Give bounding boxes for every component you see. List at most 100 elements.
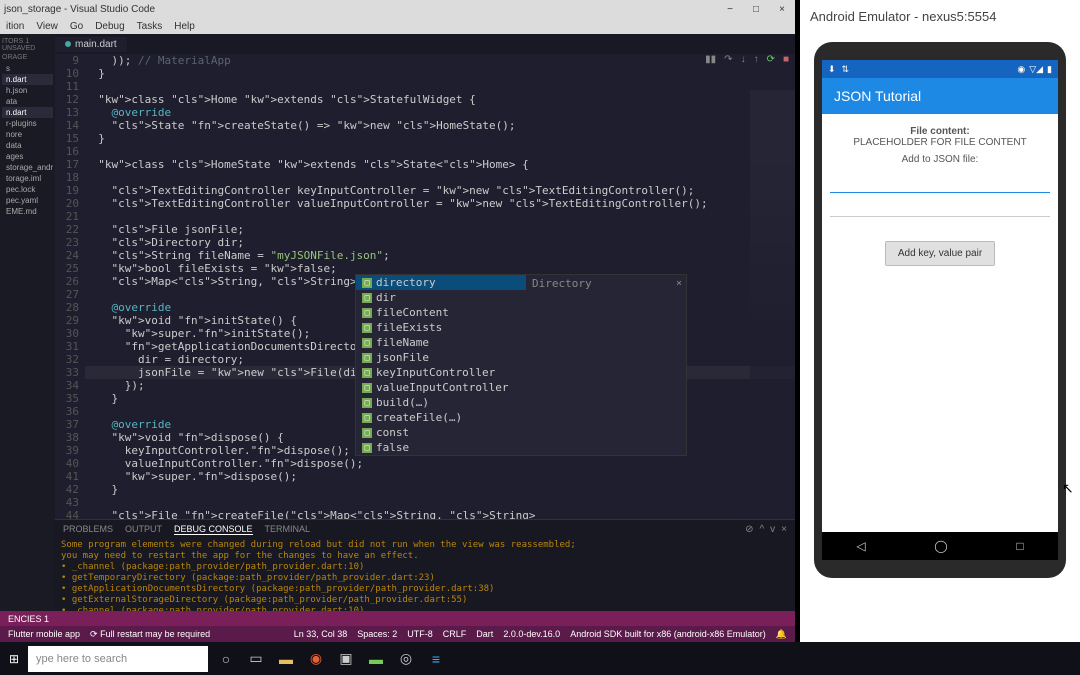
- chat-icon: ◉: [1017, 64, 1025, 75]
- status-bar: Flutter mobile app ⟳ Full restart may be…: [0, 626, 795, 642]
- close-button[interactable]: ×: [773, 4, 791, 15]
- app-label[interactable]: Flutter mobile app: [8, 629, 80, 639]
- autocomplete-item[interactable]: □dir: [356, 290, 526, 305]
- clear-icon[interactable]: ⊘: [745, 524, 753, 535]
- status-item[interactable]: 2.0.0-dev.16.0: [503, 629, 560, 640]
- sidebar-file[interactable]: pec.lock: [2, 184, 53, 195]
- usb-icon: ⇅: [842, 64, 850, 75]
- app-icon[interactable]: ▬: [362, 645, 390, 673]
- sidebar-file[interactable]: s: [2, 63, 53, 74]
- panel-tabs: PROBLEMSOUTPUTDEBUG CONSOLETERMINAL ⊘ ^ …: [55, 520, 795, 538]
- minimap[interactable]: [750, 90, 795, 390]
- status-item[interactable]: CRLF: [443, 629, 467, 640]
- phone-frame: ⬇ ⇅ ◉ ▽◢ ▮ JSON Tutorial File content: P…: [814, 42, 1066, 578]
- autocomplete-list[interactable]: □directory□dir□fileContent□fileExists□fi…: [356, 275, 526, 455]
- autocomplete-item[interactable]: □createFile(…): [356, 410, 526, 425]
- sidebar-file[interactable]: ages: [2, 151, 53, 162]
- panel-tab-terminal[interactable]: TERMINAL: [265, 524, 311, 534]
- menu-help[interactable]: Help: [174, 21, 195, 32]
- close-panel-icon[interactable]: ×: [781, 524, 787, 535]
- file-content-label: File content:: [826, 126, 1054, 137]
- down-icon[interactable]: v: [770, 524, 775, 535]
- panel-tab-debug-console[interactable]: DEBUG CONSOLE: [174, 524, 253, 535]
- sidebar-file[interactable]: pec.yaml: [2, 195, 53, 206]
- menu-debug[interactable]: Debug: [95, 21, 124, 32]
- autocomplete-item[interactable]: □directory: [356, 275, 526, 290]
- add-json-label: Add to JSON file:: [826, 154, 1054, 165]
- windows-taskbar: ⊞ ype here to search ○ ▭ ▬ ◉ ▣ ▬ ◎ ≡: [0, 642, 1080, 675]
- autocomplete-item[interactable]: □const: [356, 425, 526, 440]
- key-input[interactable]: [830, 173, 1050, 193]
- sidebar-section[interactable]: ITORS 1 UNSAVED: [2, 38, 53, 52]
- main-area: ITORS 1 UNSAVEDORAGEsn.darth.jsonatan.da…: [0, 34, 795, 611]
- android-status-bar: ⬇ ⇅ ◉ ▽◢ ▮: [822, 60, 1058, 78]
- status-item[interactable]: UTF-8: [407, 629, 433, 640]
- phone-screen[interactable]: ⬇ ⇅ ◉ ▽◢ ▮ JSON Tutorial File content: P…: [822, 60, 1058, 560]
- close-icon[interactable]: ×: [676, 277, 682, 290]
- status-item[interactable]: Android SDK built for x86 (android-x86 E…: [570, 629, 766, 640]
- start-button[interactable]: ⊞: [0, 645, 28, 673]
- restart-hint[interactable]: ⟳ Full restart may be required: [90, 629, 210, 640]
- status-item[interactable]: Spaces: 2: [357, 629, 397, 640]
- sidebar-file[interactable]: storage_android.i…: [2, 162, 53, 173]
- vscode-window: json_storage - Visual Studio Code − □ × …: [0, 0, 795, 642]
- emulator-window: Android Emulator - nexus5:5554 ⬇ ⇅ ◉ ▽◢ …: [800, 0, 1080, 642]
- back-icon[interactable]: ◁: [856, 539, 865, 553]
- autocomplete-item[interactable]: □valueInputController: [356, 380, 526, 395]
- vscode-icon[interactable]: ≡: [422, 645, 450, 673]
- value-input[interactable]: [830, 201, 1050, 217]
- autocomplete-item[interactable]: □fileName: [356, 335, 526, 350]
- autocomplete-item[interactable]: □fileContent: [356, 305, 526, 320]
- obs-icon[interactable]: ◎: [392, 645, 420, 673]
- up-icon[interactable]: ^: [759, 524, 764, 535]
- editor-tab[interactable]: main.dart: [55, 37, 127, 52]
- explorer-sidebar[interactable]: ITORS 1 UNSAVEDORAGEsn.darth.jsonatan.da…: [0, 34, 55, 611]
- minimize-button[interactable]: −: [721, 4, 739, 15]
- menu-ition[interactable]: ition: [6, 21, 24, 32]
- home-icon[interactable]: ◯: [934, 539, 947, 553]
- sidebar-file[interactable]: EME.md: [2, 206, 53, 217]
- autocomplete-item[interactable]: □jsonFile: [356, 350, 526, 365]
- menu-view[interactable]: View: [36, 21, 58, 32]
- terminal-icon[interactable]: ▣: [332, 645, 360, 673]
- taskbar-search[interactable]: ype here to search: [28, 646, 208, 672]
- menu-go[interactable]: Go: [70, 21, 83, 32]
- firefox-icon[interactable]: ◉: [302, 645, 330, 673]
- autocomplete-item[interactable]: □build(…): [356, 395, 526, 410]
- file-content-placeholder: PLACEHOLDER FOR FILE CONTENT: [826, 137, 1054, 148]
- panel-tab-problems[interactable]: PROBLEMS: [63, 524, 113, 534]
- autocomplete-item[interactable]: □keyInputController: [356, 365, 526, 380]
- battery-icon: ▮: [1047, 64, 1052, 75]
- sidebar-file[interactable]: r-plugins: [2, 118, 53, 129]
- sidebar-file[interactable]: n.dart: [2, 107, 53, 118]
- sidebar-file[interactable]: torage.iml: [2, 173, 53, 184]
- menu-tasks[interactable]: Tasks: [137, 21, 163, 32]
- status-item[interactable]: Ln 33, Col 38: [294, 629, 348, 640]
- explorer-icon[interactable]: ▬: [272, 645, 300, 673]
- taskview-icon[interactable]: ▭: [242, 645, 270, 673]
- recent-icon[interactable]: □: [1016, 539, 1023, 553]
- code-area[interactable]: 9101112131415161718192021222324252627282…: [55, 54, 795, 519]
- bell-icon[interactable]: 🔔: [776, 629, 787, 640]
- panel-tab-output[interactable]: OUTPUT: [125, 524, 162, 534]
- dependencies-badge[interactable]: ENCIES 1: [8, 614, 49, 624]
- app-body: File content: PLACEHOLDER FOR FILE CONTE…: [822, 114, 1058, 532]
- sidebar-file[interactable]: h.json: [2, 85, 53, 96]
- maximize-button[interactable]: □: [747, 4, 765, 15]
- cortana-icon[interactable]: ○: [212, 645, 240, 673]
- sidebar-file[interactable]: data: [2, 140, 53, 151]
- editor: main.dart ▮▮ ↷ ↓ ↑ ⟳ ■ 91011121314151617…: [55, 34, 795, 611]
- add-kv-button[interactable]: Add key, value pair: [885, 241, 995, 266]
- autocomplete-popup[interactable]: □directory□dir□fileContent□fileExists□fi…: [355, 274, 687, 456]
- sidebar-file[interactable]: nore: [2, 129, 53, 140]
- status-item[interactable]: Dart: [476, 629, 493, 640]
- autocomplete-item[interactable]: □false: [356, 440, 526, 455]
- app-bar: JSON Tutorial: [822, 78, 1058, 114]
- autocomplete-item[interactable]: □fileExists: [356, 320, 526, 335]
- status-right: Ln 33, Col 38 Spaces: 2 UTF-8 CRLF Dart 2.0.0…: [294, 629, 787, 640]
- sidebar-file[interactable]: n.dart: [2, 74, 53, 85]
- tab-name: main.dart: [75, 39, 117, 50]
- sidebar-section[interactable]: ORAGE: [2, 54, 53, 61]
- sidebar-file[interactable]: ata: [2, 96, 53, 107]
- debug-console[interactable]: Some program elements were changed durin…: [55, 538, 795, 611]
